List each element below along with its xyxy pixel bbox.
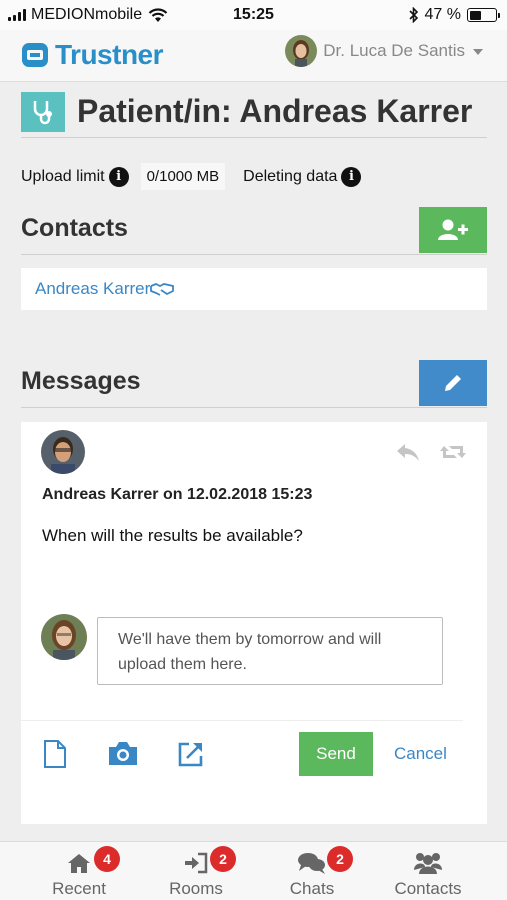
info-icon[interactable]: i xyxy=(341,166,362,187)
external-link-icon[interactable] xyxy=(176,739,206,769)
user-menu[interactable]: Dr. Luca De Santis xyxy=(285,35,483,67)
home-icon xyxy=(68,854,90,873)
message-body: When will the results be available? xyxy=(42,526,303,545)
info-row: Upload limit i 0/1000 MB Deleting data i xyxy=(21,163,362,190)
reply-avatar xyxy=(41,614,87,660)
notification-badge: 2 xyxy=(327,846,353,872)
tab-label: Chats xyxy=(289,879,335,898)
page-title-row: Patient/in: Andreas Karrer xyxy=(21,86,487,138)
camera-icon[interactable] xyxy=(107,739,139,767)
users-icon xyxy=(414,853,442,874)
sender-avatar xyxy=(41,430,85,474)
upload-limit-value: 0/1000 MB xyxy=(140,163,226,190)
pencil-icon xyxy=(445,375,461,391)
tab-label: Rooms xyxy=(169,879,223,898)
battery-percent: 47 % xyxy=(424,6,461,23)
contacts-section-header: Contacts xyxy=(21,207,487,255)
battery-icon xyxy=(467,8,500,22)
info-icon[interactable]: i xyxy=(108,166,129,187)
divider xyxy=(21,720,463,721)
logo-text: Trustner xyxy=(55,39,164,70)
tab-label: Recent xyxy=(52,879,106,898)
user-name: Dr. Luca De Santis xyxy=(323,41,465,60)
add-contact-button[interactable] xyxy=(419,207,487,253)
page-title: Patient/in: Andreas Karrer xyxy=(77,93,473,129)
bluetooth-icon xyxy=(408,7,418,23)
contacts-heading: Contacts xyxy=(21,214,128,242)
user-avatar xyxy=(285,35,318,67)
app-header: Trustner Dr. Luca De Santis xyxy=(0,30,507,82)
message-meta: Andreas Karrer on 12.02.2018 15:23 xyxy=(42,486,313,503)
retweet-icon[interactable] xyxy=(439,442,467,462)
user-plus-icon xyxy=(438,219,468,240)
notification-badge: 4 xyxy=(94,846,120,872)
contact-link[interactable]: Andreas Karrer xyxy=(35,279,150,299)
tab-label: Contacts xyxy=(394,879,462,898)
contacts-list: Andreas Karrer xyxy=(21,268,487,310)
tab-rooms[interactable]: Rooms 2 xyxy=(141,846,251,899)
sign-in-icon xyxy=(185,852,208,874)
status-bar: MEDIONmobile 15:25 47 % xyxy=(0,0,507,30)
bottom-tab-bar: Recent 4 Rooms 2 Chats 2 Contacts xyxy=(0,841,507,900)
messages-heading: Messages xyxy=(21,367,141,395)
reply-input[interactable]: We'll have them by tomorrow and will upl… xyxy=(97,617,443,685)
stethoscope-icon xyxy=(21,91,65,132)
message-panel: Andreas Karrer on 12.02.2018 15:23 When … xyxy=(21,422,487,824)
handshake-icon[interactable] xyxy=(150,281,175,297)
upload-limit-label: Upload limit xyxy=(21,167,105,185)
trustner-logo-icon xyxy=(22,43,48,67)
logo[interactable]: Trustner xyxy=(21,39,164,71)
chevron-down-icon xyxy=(473,49,483,55)
comments-icon xyxy=(298,853,325,874)
send-button[interactable]: Send xyxy=(299,732,373,776)
tab-contacts[interactable]: Contacts xyxy=(373,850,483,899)
tab-recent[interactable]: Recent 4 xyxy=(24,846,134,899)
deleting-data-label: Deleting data xyxy=(243,167,338,185)
cancel-link[interactable]: Cancel xyxy=(394,744,447,764)
file-icon[interactable] xyxy=(43,739,67,769)
notification-badge: 2 xyxy=(210,846,236,872)
compose-message-button[interactable] xyxy=(419,360,487,406)
tab-chats[interactable]: Chats 2 xyxy=(257,846,367,899)
reply-icon[interactable] xyxy=(395,442,421,462)
messages-section-header: Messages xyxy=(21,360,487,408)
